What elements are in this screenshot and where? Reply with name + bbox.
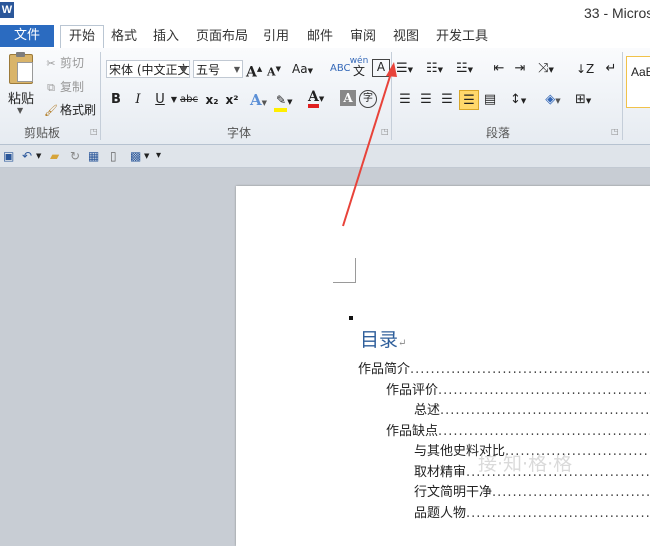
annotation-arrow: [342, 62, 397, 227]
